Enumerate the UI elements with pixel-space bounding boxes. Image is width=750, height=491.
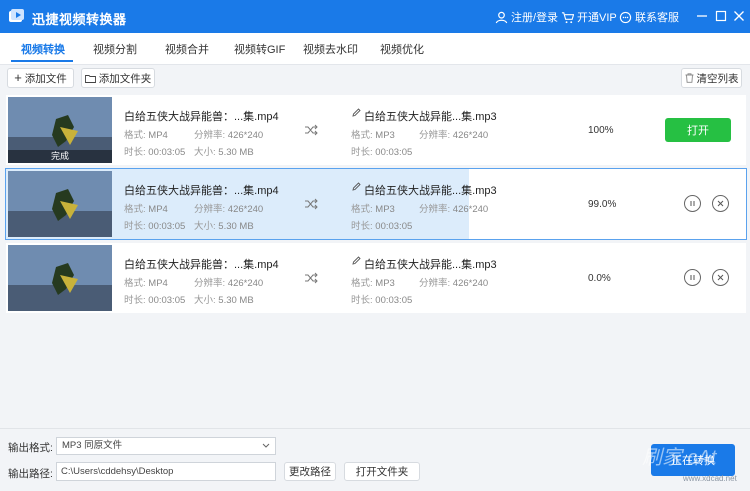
register-login-label: 注册/登录 xyxy=(511,12,559,24)
add-folder-label: 添加文件夹 xyxy=(98,72,152,85)
output-file-name: 白给五侠大战异能...集.mp3 xyxy=(364,259,497,271)
output-format: 格式: MP3 xyxy=(351,278,395,289)
output-format: 格式: MP3 xyxy=(351,204,395,215)
remove-button[interactable] xyxy=(712,195,729,212)
file-row[interactable]: 白给五侠大战异能兽：...集.mp4 格式: MP4 分辨率: 426*240 … xyxy=(6,243,746,313)
progress-percent: 99.0% xyxy=(588,199,617,210)
output-duration: 时长: 00:03:05 xyxy=(351,147,413,158)
tab-video-split[interactable]: 视频分割 xyxy=(93,41,137,57)
footer-panel: 输出格式: MP3 同原文件 输出路径: C:\Users\cddehsy\De… xyxy=(0,428,750,491)
folder-icon xyxy=(84,74,96,83)
start-convert-button[interactable]: 正在转换 xyxy=(651,444,735,476)
output-format-select[interactable]: MP3 同原文件 xyxy=(56,437,276,455)
user-icon xyxy=(495,11,508,23)
video-thumbnail: 完成 xyxy=(8,97,112,163)
source-duration: 时长: 00:03:05 xyxy=(124,295,186,306)
source-duration: 时长: 00:03:05 xyxy=(124,221,186,232)
thumbnail-image xyxy=(8,245,112,311)
convert-arrow-icon xyxy=(305,124,318,136)
output-duration: 时长: 00:03:05 xyxy=(351,221,413,232)
source-file-name: 白给五侠大战异能兽：...集.mp4 xyxy=(124,111,279,123)
contact-support-label: 联系客服 xyxy=(635,12,679,24)
source-resolution: 分辨率: 426*240 xyxy=(194,130,264,141)
tab-video-to-gif[interactable]: 视频转GIF xyxy=(234,41,285,57)
output-resolution: 分辨率: 426*240 xyxy=(419,130,489,141)
pause-button[interactable] xyxy=(684,195,701,212)
active-tab-indicator xyxy=(11,60,73,62)
add-file-button[interactable]: + 添加文件 xyxy=(7,68,74,88)
register-login-link[interactable]: 注册/登录 xyxy=(495,9,558,25)
output-format: 格式: MP3 xyxy=(351,130,395,141)
source-resolution: 分辨率: 426*240 xyxy=(194,204,264,215)
tab-bar: 视频转换 视频分割 视频合并 视频转GIF 视频去水印 视频优化 xyxy=(0,33,750,65)
chat-icon xyxy=(619,11,632,23)
video-thumbnail xyxy=(8,245,112,311)
output-path-field[interactable]: C:\Users\cddehsy\Desktop xyxy=(56,462,276,481)
source-file-name: 白给五侠大战异能兽：...集.mp4 xyxy=(124,185,279,197)
remove-button[interactable] xyxy=(712,269,729,286)
tab-video-convert[interactable]: 视频转换 xyxy=(21,41,65,57)
add-folder-button[interactable]: 添加文件夹 xyxy=(81,68,155,88)
video-thumbnail xyxy=(8,171,112,237)
pause-button[interactable] xyxy=(684,269,701,286)
output-path-label: 输出路径: xyxy=(8,468,53,480)
source-size: 大小: 5.30 MB xyxy=(194,221,254,232)
trash-icon xyxy=(685,73,693,83)
file-list: 完成 白给五侠大战异能兽：...集.mp4 格式: MP4 分辨率: 426*2… xyxy=(5,93,747,423)
close-icon xyxy=(717,274,724,281)
edit-name-icon[interactable] xyxy=(351,256,361,266)
edit-name-icon[interactable] xyxy=(351,182,361,192)
maximize-icon[interactable] xyxy=(713,8,729,24)
chevron-down-icon xyxy=(262,443,270,448)
convert-arrow-icon xyxy=(305,198,318,210)
open-vip-link[interactable]: 开通VIP xyxy=(561,9,617,25)
tab-video-remove-watermark[interactable]: 视频去水印 xyxy=(303,41,358,57)
source-size: 大小: 5.30 MB xyxy=(194,147,254,158)
source-resolution: 分辨率: 426*240 xyxy=(194,278,264,289)
clear-list-label: 清空列表 xyxy=(696,72,739,85)
file-row[interactable]: 完成 白给五侠大战异能兽：...集.mp4 格式: MP4 分辨率: 426*2… xyxy=(6,95,746,165)
open-output-button[interactable]: 打开 xyxy=(665,118,731,142)
output-resolution: 分辨率: 426*240 xyxy=(419,204,489,215)
tab-video-merge[interactable]: 视频合并 xyxy=(165,41,209,57)
source-format: 格式: MP4 xyxy=(124,130,168,141)
close-icon[interactable] xyxy=(731,8,747,24)
source-format: 格式: MP4 xyxy=(124,204,168,215)
output-format-value: MP3 同原文件 xyxy=(62,440,123,451)
cart-icon xyxy=(561,11,574,23)
pause-icon xyxy=(690,201,695,206)
title-bar: 迅捷视频转换器 注册/登录 开通VIP 联系客服 xyxy=(0,0,750,33)
app-logo-icon xyxy=(9,9,24,22)
thumbnail-image xyxy=(8,171,112,237)
open-vip-label: 开通VIP xyxy=(577,12,617,24)
add-file-label: 添加文件 xyxy=(24,72,67,85)
minimize-icon[interactable] xyxy=(694,8,710,24)
clear-list-button[interactable]: 清空列表 xyxy=(681,68,742,88)
output-duration: 时长: 00:03:05 xyxy=(351,295,413,306)
output-format-label: 输出格式: xyxy=(8,442,53,454)
progress-percent: 100% xyxy=(588,125,614,136)
edit-name-icon[interactable] xyxy=(351,108,361,118)
source-format: 格式: MP4 xyxy=(124,278,168,289)
contact-support-link[interactable]: 联系客服 xyxy=(619,9,679,25)
change-path-button[interactable]: 更改路径 xyxy=(284,462,336,481)
source-file-name: 白给五侠大战异能兽：...集.mp4 xyxy=(124,259,279,271)
app-title: 迅捷视频转换器 xyxy=(32,12,127,27)
file-row[interactable]: 白给五侠大战异能兽：...集.mp4 格式: MP4 分辨率: 426*240 … xyxy=(5,168,747,240)
convert-arrow-icon xyxy=(305,272,318,284)
source-size: 大小: 5.30 MB xyxy=(194,295,254,306)
close-icon xyxy=(717,200,724,207)
output-resolution: 分辨率: 426*240 xyxy=(419,278,489,289)
tab-video-optimize[interactable]: 视频优化 xyxy=(380,41,424,57)
plus-icon: + xyxy=(14,70,22,85)
pause-icon xyxy=(690,275,695,280)
output-file-name: 白给五侠大战异能...集.mp3 xyxy=(364,111,497,123)
output-file-name: 白给五侠大战异能...集.mp3 xyxy=(364,185,497,197)
source-duration: 时长: 00:03:05 xyxy=(124,147,186,158)
open-folder-button[interactable]: 打开文件夹 xyxy=(344,462,420,481)
progress-percent: 0.0% xyxy=(588,273,611,284)
done-overlay: 完成 xyxy=(8,150,112,163)
